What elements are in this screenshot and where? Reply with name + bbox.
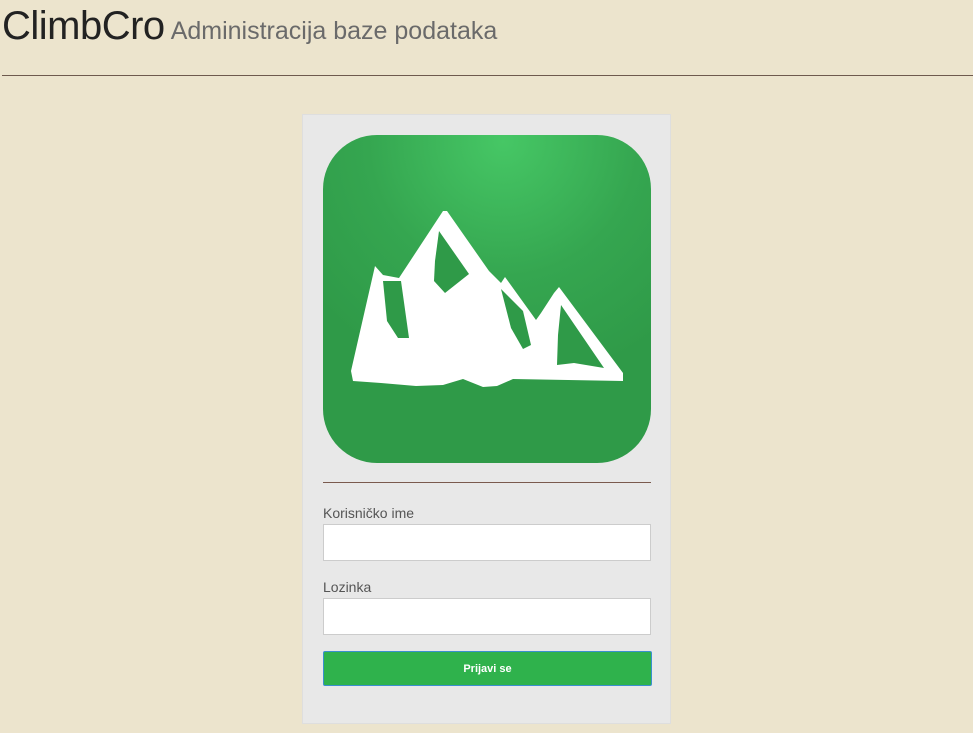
login-panel: Korisničko ime Lozinka Prijavi se (302, 114, 671, 724)
password-label: Lozinka (323, 579, 372, 595)
mountain-icon (323, 135, 651, 463)
header-divider (2, 75, 973, 76)
page-subtitle: Administracija baze podataka (170, 17, 498, 45)
brand-title: ClimbCro (2, 4, 165, 48)
username-field[interactable] (323, 524, 651, 561)
page-header: ClimbCro Administracija baze podataka (2, 4, 497, 49)
username-label: Korisničko ime (323, 505, 415, 521)
login-button[interactable]: Prijavi se (323, 651, 652, 686)
password-field[interactable] (323, 598, 651, 635)
panel-divider (323, 482, 651, 483)
